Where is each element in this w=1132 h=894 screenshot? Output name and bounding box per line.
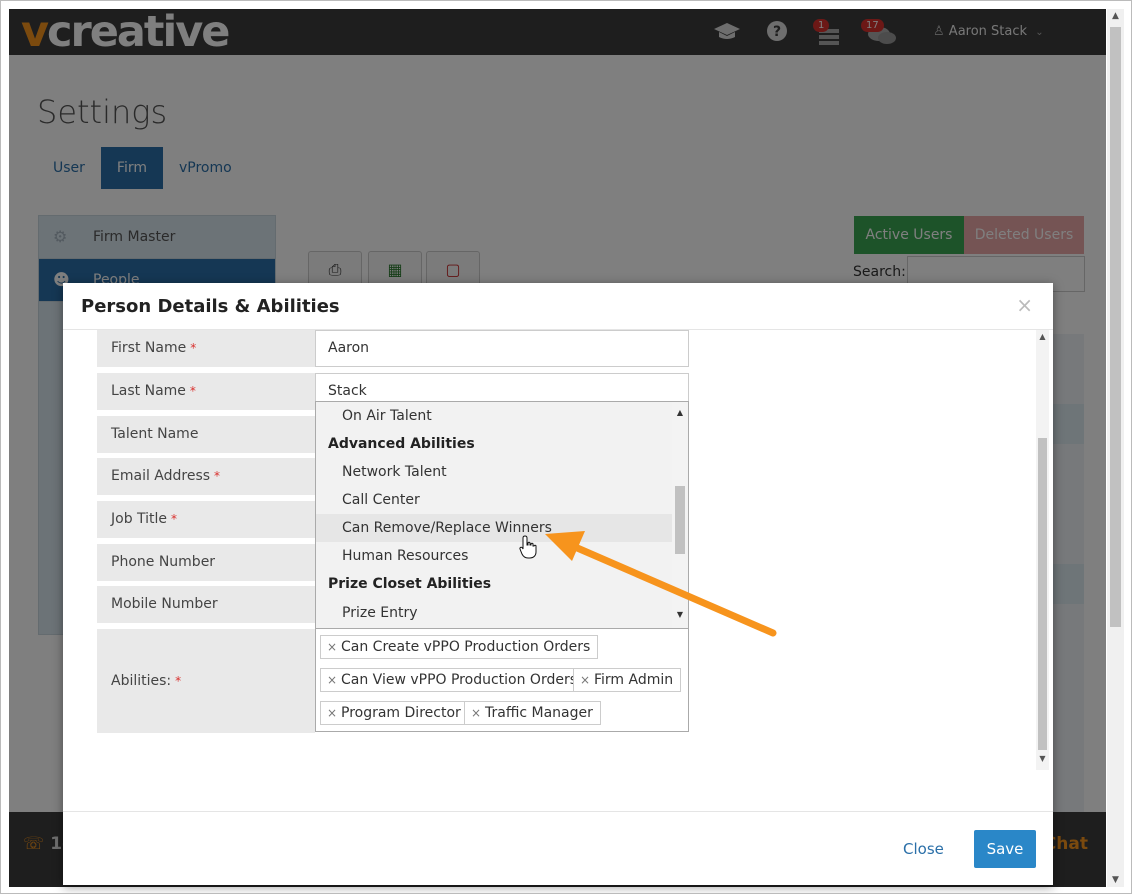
scrollbar-thumb[interactable] — [675, 486, 685, 554]
list-item[interactable]: On Air Talent — [316, 402, 672, 430]
scrollbar-thumb[interactable] — [1038, 438, 1047, 750]
job-title-label: Job Title * — [97, 501, 315, 538]
abilities-label: Abilities: * — [97, 629, 315, 733]
save-button[interactable]: Save — [974, 830, 1036, 868]
person-details-modal: Person Details & Abilities × First Name *… — [63, 283, 1053, 885]
mobile-number-label: Mobile Number — [97, 586, 315, 623]
modal-header: Person Details & Abilities × — [63, 283, 1053, 330]
email-address-label: Email Address * — [97, 458, 315, 495]
scroll-down-arrow-icon[interactable]: ▼ — [1107, 875, 1124, 885]
modal-footer: Close Save — [63, 811, 1053, 886]
scroll-down-arrow-icon[interactable]: ▼ — [672, 610, 688, 619]
close-button[interactable]: Close — [903, 840, 944, 858]
scroll-up-arrow-icon[interactable]: ▲ — [1107, 11, 1124, 21]
list-item[interactable]: Prize Entry — [316, 599, 672, 627]
scroll-down-arrow-icon[interactable]: ▼ — [1036, 754, 1049, 763]
remove-tag-icon[interactable]: × — [327, 702, 337, 724]
list-item-hovered[interactable]: Can Remove/Replace Winners — [316, 514, 672, 542]
remove-tag-icon[interactable]: × — [327, 669, 337, 691]
first-name-field[interactable]: Aaron — [315, 330, 689, 367]
remove-tag-icon[interactable]: × — [471, 702, 481, 724]
last-name-label: Last Name * — [97, 373, 315, 410]
remove-tag-icon[interactable]: × — [580, 669, 590, 691]
hand-pointer-icon — [519, 535, 537, 565]
abilities-options-list: On Air Talent Advanced Abilities Network… — [316, 402, 672, 628]
modal-body-scrollbar[interactable]: ▲ ▼ — [1036, 330, 1049, 770]
ability-tag: × Traffic Manager — [464, 701, 601, 725]
modal-body: First Name * Aaron Last Name * Stack Talen… — [63, 330, 1053, 810]
page-scrollbar[interactable]: ▲ ▼ — [1107, 9, 1124, 887]
scrollbar-thumb[interactable] — [1110, 27, 1121, 627]
list-item[interactable]: Network Talent — [316, 458, 672, 486]
option-group-header: Advanced Abilities — [328, 436, 475, 452]
close-icon[interactable]: × — [1016, 293, 1033, 317]
modal-title: Person Details & Abilities — [81, 296, 340, 317]
option-group-header: Prize Closet Abilities — [328, 576, 492, 592]
ability-tag: × Firm Admin — [573, 668, 682, 692]
first-name-row: First Name * Aaron — [97, 330, 689, 367]
list-item[interactable]: Call Center — [316, 486, 672, 514]
ability-tag: × Program Director — [320, 701, 469, 725]
list-item[interactable]: Human Resources — [316, 542, 672, 570]
ability-tag: × Can View vPPO Production Orders — [320, 668, 586, 692]
scroll-up-arrow-icon[interactable]: ▲ — [1036, 332, 1049, 341]
talent-name-label: Talent Name — [97, 416, 315, 453]
phone-number-label: Phone Number — [97, 544, 315, 581]
abilities-dropdown: On Air Talent Advanced Abilities Network… — [315, 401, 689, 629]
screenshot-frame: vcreative ? 1 17 ♙ Aaron Stack ⌄ Setting… — [0, 0, 1132, 894]
scroll-up-arrow-icon[interactable]: ▲ — [672, 408, 688, 417]
abilities-multiselect[interactable]: × Can Create vPPO Production Orders × Can … — [315, 628, 689, 732]
first-name-label: First Name * — [97, 330, 315, 367]
ability-tag: × Can Create vPPO Production Orders — [320, 635, 599, 659]
dropdown-scrollbar[interactable]: ▲ ▼ — [672, 402, 688, 628]
remove-tag-icon[interactable]: × — [327, 636, 337, 658]
